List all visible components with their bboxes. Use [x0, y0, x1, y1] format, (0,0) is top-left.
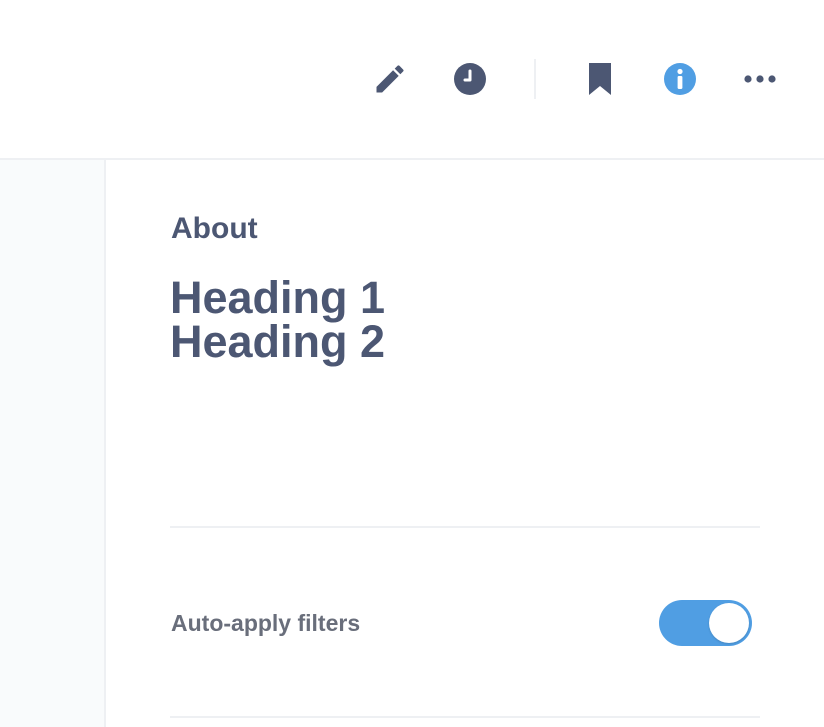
info-icon: [664, 63, 696, 95]
history-button[interactable]: [449, 58, 491, 100]
info-button[interactable]: [659, 58, 701, 100]
edit-button[interactable]: [369, 58, 411, 100]
ellipsis-icon: [744, 75, 776, 83]
auto-apply-filters-toggle[interactable]: [659, 600, 752, 646]
info-sidebar: About Heading 1 Heading 2 Auto-apply fil…: [106, 160, 824, 727]
more-button[interactable]: [739, 58, 781, 100]
about-section-title: About: [171, 212, 258, 245]
description-heading-1[interactable]: Heading 1: [170, 274, 385, 322]
auto-apply-filters-label: Auto-apply filters: [171, 610, 361, 636]
pencil-icon: [376, 65, 404, 93]
toggle-knob: [709, 603, 749, 643]
section-divider: [170, 526, 760, 528]
dashboard-header: [0, 0, 824, 160]
toolbar-divider: [534, 59, 536, 99]
bookmark-icon: [589, 63, 611, 95]
clock-icon: [454, 63, 486, 95]
section-divider-bottom: [170, 716, 760, 718]
bookmark-button[interactable]: [579, 58, 621, 100]
description-heading-2[interactable]: Heading 2: [170, 318, 385, 366]
dashboard-canvas-area: [0, 160, 106, 727]
